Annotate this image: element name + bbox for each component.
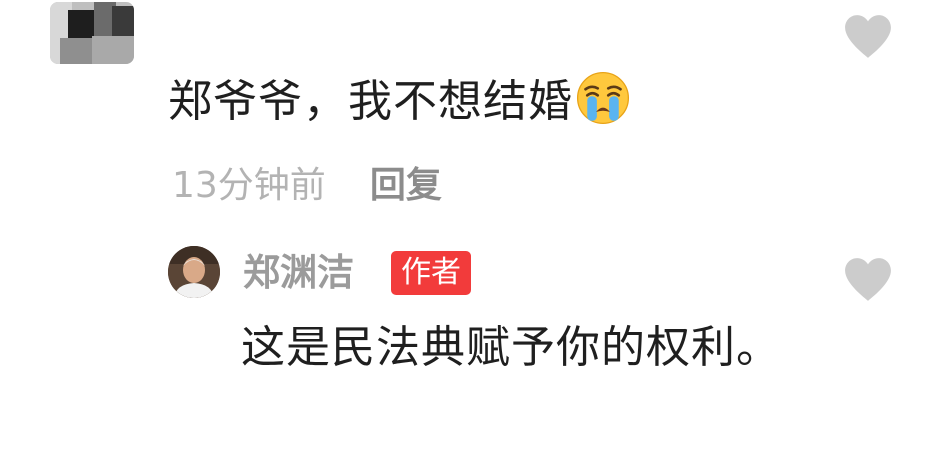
- reply-like-heart-icon[interactable]: [843, 256, 893, 302]
- comment-meta: 13分钟前 回复: [172, 160, 442, 212]
- reply-text: 这是民法典赋予你的权利。: [241, 322, 781, 373]
- reply-button[interactable]: 回复: [370, 165, 442, 206]
- comment-timestamp: 13分钟前: [172, 165, 326, 206]
- comment-text: 郑爷爷，我不想结婚: [168, 70, 631, 132]
- author-badge: 作者: [391, 251, 471, 295]
- commenter-avatar[interactable]: [50, 2, 134, 64]
- like-heart-icon[interactable]: [843, 13, 893, 59]
- author-avatar[interactable]: [168, 246, 220, 298]
- comment-text-content: 郑爷爷，我不想结婚: [168, 76, 573, 127]
- loudly-crying-face-emoji: [576, 71, 630, 125]
- commenter-username[interactable]: [172, 10, 392, 48]
- reply-author-name[interactable]: 郑渊洁: [243, 247, 354, 299]
